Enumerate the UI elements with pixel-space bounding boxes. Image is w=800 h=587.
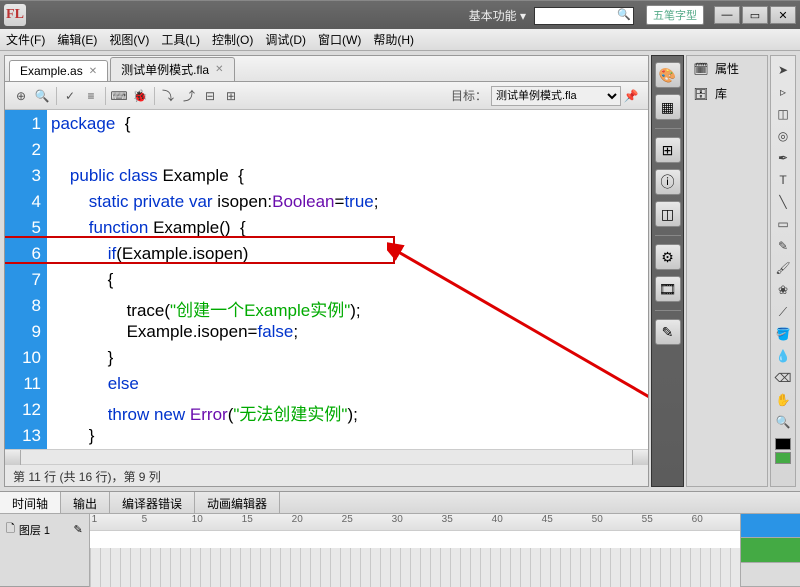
transform-icon[interactable]: ◫	[655, 201, 681, 227]
fill-color[interactable]	[775, 452, 791, 464]
add-script-button[interactable]: ⊕	[11, 86, 31, 106]
tab-compiler-errors[interactable]: 编译器错误	[110, 492, 195, 513]
menu-help[interactable]: 帮助(H)	[373, 31, 414, 48]
subselection-tool[interactable]: ▹	[773, 82, 793, 102]
collapse-button[interactable]: ⤵	[158, 86, 178, 106]
layer-row[interactable]: 🗋 图层 1 ✎	[4, 518, 85, 541]
close-button[interactable]: ✕	[770, 6, 796, 24]
pen-tool[interactable]: ✒	[773, 148, 793, 168]
pin-button[interactable]: 📌	[621, 86, 641, 106]
bone-tool[interactable]: ⟋	[773, 302, 793, 322]
comment-button[interactable]: ⊟	[200, 86, 220, 106]
close-icon[interactable]: ✕	[89, 66, 97, 77]
line-gutter: 12345678910111213141516	[5, 110, 47, 449]
layers-panel: 🗋 图层 1 ✎	[0, 514, 90, 587]
paint-bucket-tool[interactable]: 🪣	[773, 324, 793, 344]
swatches-icon[interactable]: ▦	[655, 94, 681, 120]
pencil-tool[interactable]: ✎	[773, 236, 793, 256]
debug-button[interactable]: 🐞	[130, 86, 150, 106]
properties-tab[interactable]: 🗓属性	[687, 56, 767, 81]
code-hint-button[interactable]: ⌨	[109, 86, 129, 106]
eyedropper-tool[interactable]: 💧	[773, 346, 793, 366]
history-icon[interactable]: ✎	[655, 319, 681, 345]
workspace-switcher[interactable]: 基本功能 ▾	[469, 7, 526, 24]
library-tab[interactable]: 🗄库	[687, 81, 767, 106]
tab-output[interactable]: 输出	[61, 492, 110, 513]
maximize-button[interactable]: ▭	[742, 6, 768, 24]
layer-icon: 🗋	[6, 520, 15, 539]
collapsed-panel-strip: 🎨 ▦ ⊞ ⓘ ◫ ⚙ 🎞 ✎	[651, 55, 684, 487]
tab-example-as[interactable]: Example.as✕	[9, 60, 108, 81]
app-logo: FL	[4, 4, 26, 26]
free-transform-tool[interactable]: ◫	[773, 104, 793, 124]
timeline-ruler[interactable]: 151015202530354045505560	[90, 514, 740, 587]
hand-tool[interactable]: ✋	[773, 390, 793, 410]
menu-tools[interactable]: 工具(L)	[161, 31, 200, 48]
expand-button[interactable]: ⤴	[179, 86, 199, 106]
editor-toolbar: ⊕ 🔍 ✓ ≡ ⌨ 🐞 ⤵ ⤴ ⊟ ⊞ 目标： 测试单例模式.fla 📌	[5, 82, 648, 110]
menu-edit[interactable]: 编辑(E)	[57, 31, 97, 48]
title-bar: FL 基本功能 ▾ 🔍 五笔字型 — ▭ ✕	[0, 0, 800, 29]
menu-view[interactable]: 视图(V)	[109, 31, 149, 48]
menu-file[interactable]: 文件(F)	[6, 31, 45, 48]
check-syntax-button[interactable]: ✓	[60, 86, 80, 106]
deco-tool[interactable]: ❀	[773, 280, 793, 300]
rectangle-tool[interactable]: ▭	[773, 214, 793, 234]
document-tabs: Example.as✕ 测试单例模式.fla✕	[5, 56, 648, 82]
align-icon[interactable]: ⊞	[655, 137, 681, 163]
zoom-tool[interactable]: 🔍	[773, 412, 793, 432]
color-palette-icon[interactable]: 🎨	[655, 62, 681, 88]
menu-control[interactable]: 控制(O)	[212, 31, 253, 48]
tools-panel: ➤ ▹ ◫ ◎ ✒ T ╲ ▭ ✎ 🖌 ❀ ⟋ 🪣 💧 ⌫ ✋ 🔍	[770, 55, 796, 487]
timeline-right	[740, 514, 800, 587]
close-icon[interactable]: ✕	[215, 64, 223, 75]
status-line: 第 11 行 (共 16 行)，第 9 列	[5, 464, 648, 486]
properties-icon: 🗓	[693, 61, 709, 77]
horizontal-scrollbar[interactable]	[5, 449, 648, 464]
search-icon: 🔍	[617, 8, 631, 21]
info-icon[interactable]: ⓘ	[655, 169, 681, 195]
properties-panel: 🗓属性 🗄库	[686, 55, 768, 487]
tab-timeline[interactable]: 时间轴	[0, 492, 61, 513]
components-icon[interactable]: ⚙	[655, 244, 681, 270]
eraser-tool[interactable]: ⌫	[773, 368, 793, 388]
lasso-tool[interactable]: ◎	[773, 126, 793, 146]
ime-indicator: 五笔字型	[646, 5, 704, 25]
tab-test-fla[interactable]: 测试单例模式.fla✕	[110, 57, 234, 81]
text-tool[interactable]: T	[773, 170, 793, 190]
code-editor[interactable]: 12345678910111213141516 package { public…	[5, 110, 648, 449]
selection-tool[interactable]: ➤	[773, 60, 793, 80]
target-label: 目标：	[451, 87, 487, 104]
menu-window[interactable]: 窗口(W)	[318, 31, 361, 48]
library-icon: 🗄	[693, 86, 709, 102]
minimize-button[interactable]: —	[714, 6, 740, 24]
brush-tool[interactable]: 🖌	[773, 258, 793, 278]
find-button[interactable]: 🔍	[32, 86, 52, 106]
format-button[interactable]: ≡	[81, 86, 101, 106]
tab-motion-editor[interactable]: 动画编辑器	[195, 492, 280, 513]
editor-area: Example.as✕ 测试单例模式.fla✕ ⊕ 🔍 ✓ ≡ ⌨ 🐞 ⤵ ⤴ …	[4, 55, 649, 487]
stroke-color[interactable]	[775, 438, 791, 450]
menu-bar: 文件(F) 编辑(E) 视图(V) 工具(L) 控制(O) 调试(D) 窗口(W…	[0, 29, 800, 51]
menu-debug[interactable]: 调试(D)	[265, 31, 306, 48]
line-tool[interactable]: ╲	[773, 192, 793, 212]
motion-presets-icon[interactable]: 🎞	[655, 276, 681, 302]
uncomment-button[interactable]: ⊞	[221, 86, 241, 106]
bottom-panel: 时间轴 输出 编译器错误 动画编辑器 🗋 图层 1 ✎ 151015202530…	[0, 491, 800, 586]
target-select[interactable]: 测试单例模式.fla	[491, 86, 621, 106]
code-body[interactable]: package { public class Example { static …	[47, 110, 648, 449]
